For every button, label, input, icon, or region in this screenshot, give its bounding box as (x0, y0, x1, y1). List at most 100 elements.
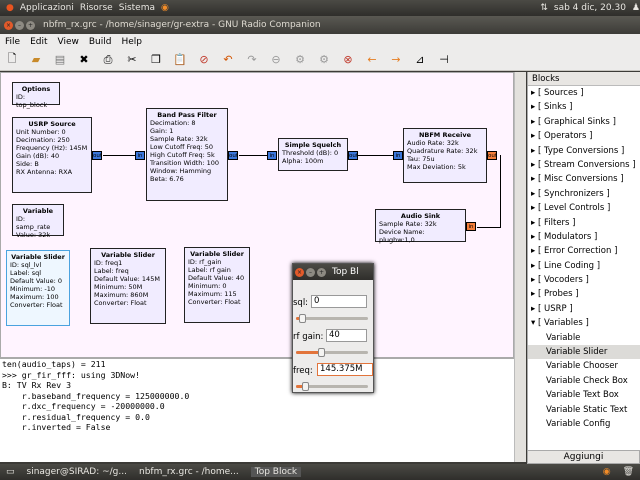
simple-squelch-block[interactable]: Simple Squelch Threshold (dB): 0 Alpha: … (278, 138, 348, 171)
expand-arrow-icon[interactable]: ▸ (531, 102, 538, 112)
variable-slider-rf-gain-block[interactable]: Variable Slider ID: rf_gain Label: rf ga… (184, 247, 250, 323)
console-scrollbar[interactable] (514, 358, 526, 462)
tree-category[interactable]: ▸ [ Level Controls ] (528, 201, 640, 215)
console-output[interactable]: ten(audio_taps) = 211 >>> gr_fir_fff: usi… (0, 358, 514, 462)
audio-in-port[interactable]: in (466, 222, 476, 231)
expand-arrow-icon[interactable]: ▸ (531, 261, 538, 271)
redo-icon[interactable]: ↷ (243, 51, 261, 69)
menu-places[interactable]: Risorse (80, 3, 113, 13)
rf-gain-slider-handle[interactable] (318, 348, 326, 357)
freq-input[interactable]: 145.375M (317, 363, 373, 376)
run-icon[interactable]: ⚙ (315, 51, 333, 69)
expand-arrow-icon[interactable]: ▸ (531, 203, 538, 213)
tree-category[interactable]: ▸ [ Line Coding ] (528, 259, 640, 273)
tree-category[interactable]: ▸ [ Type Conversions ] (528, 144, 640, 158)
undo-icon[interactable]: ↶ (219, 51, 237, 69)
expand-arrow-icon[interactable]: ▸ (531, 246, 538, 256)
sql-slider-handle[interactable] (299, 314, 307, 323)
close-top-block-button[interactable]: × (295, 267, 304, 277)
menu-build[interactable]: Build (89, 37, 112, 47)
bpf-out-port[interactable]: out (228, 151, 238, 160)
minimize-window-button[interactable]: – (15, 20, 24, 30)
expand-arrow-icon[interactable]: ▸ (531, 131, 538, 141)
tree-item[interactable]: Variable Text Box (528, 388, 640, 402)
expand-arrow-icon[interactable]: ▸ (531, 174, 538, 184)
tree-category[interactable]: ▸ [ Misc Conversions ] (528, 172, 640, 186)
tree-item[interactable]: Variable (528, 331, 640, 345)
tree-category[interactable]: ▸ [ Sources ] (528, 86, 640, 100)
expand-arrow-icon[interactable]: ▸ (531, 160, 538, 170)
trash-icon[interactable]: 🗑 (623, 467, 634, 477)
maximize-top-block-button[interactable]: + (317, 267, 326, 277)
nbfm-out-port[interactable]: out (487, 151, 497, 160)
menu-help[interactable]: Help (121, 37, 142, 47)
window-title-bar[interactable]: × – + nbfm_rx.grc - /home/sinager/gr-ext… (0, 16, 640, 34)
expand-arrow-icon[interactable]: ▸ (531, 289, 538, 299)
clock[interactable]: sab 4 dic, 20.30 (554, 3, 626, 13)
firefox-icon[interactable]: ◉ (161, 3, 169, 13)
cut-icon[interactable]: ✂ (123, 51, 141, 69)
tree-item[interactable]: Variable Chooser (528, 359, 640, 373)
execute-icon[interactable]: ⚙ (291, 51, 309, 69)
flowgraph-canvas[interactable]: Options ID: top_block USRP Source Unit N… (0, 72, 514, 358)
menu-view[interactable]: View (58, 37, 79, 47)
tree-category[interactable]: ▸ [ Vocoders ] (528, 273, 640, 287)
band-pass-filter-block[interactable]: Band Pass Filter Decimation: 8 Gain: 1 S… (146, 108, 228, 201)
tree-category[interactable]: ▸ [ Stream Conversions ] (528, 158, 640, 172)
expand-arrow-icon[interactable]: ▸ (531, 232, 538, 242)
kill-icon[interactable]: ⊗ (339, 51, 357, 69)
expand-arrow-icon[interactable]: ▾ (531, 318, 538, 328)
add-block-button[interactable]: Aggiungi (527, 450, 640, 464)
save-icon[interactable]: ▤ (51, 51, 69, 69)
task-terminal[interactable]: sinager@SIRAD: ~/g... (27, 467, 127, 477)
expand-arrow-icon[interactable]: ▸ (531, 146, 538, 156)
new-file-icon[interactable]: 🗋 (3, 51, 21, 69)
tree-category[interactable]: ▸ [ USRP ] (528, 302, 640, 316)
enable-icon[interactable]: ⊿ (411, 51, 429, 69)
audio-sink-block[interactable]: Audio Sink Sample Rate: 32k Device Name:… (375, 209, 466, 244)
usrp-out-port[interactable]: out (92, 151, 102, 160)
menu-system[interactable]: Sistema (119, 3, 155, 13)
task-grc[interactable]: nbfm_rx.grc - /home... (139, 467, 239, 477)
tree-category[interactable]: ▸ [ Modulators ] (528, 230, 640, 244)
expand-arrow-icon[interactable]: ▸ (531, 304, 538, 314)
options-block[interactable]: Options ID: top_block (12, 82, 60, 109)
squelch-in-port[interactable]: in (267, 151, 277, 160)
network-icon[interactable]: ⇅ (540, 3, 548, 13)
nbfm-in-port[interactable]: in (393, 151, 403, 160)
tree-category[interactable]: ▸ [ Graphical Sinks ] (528, 115, 640, 129)
variable-slider-freq-block[interactable]: Variable Slider ID: freq1 Label: freq De… (90, 248, 166, 324)
copy-icon[interactable]: ❐ (147, 51, 165, 69)
disable-icon[interactable]: ⊣ (435, 51, 453, 69)
tree-item[interactable]: Variable Check Box (528, 374, 640, 388)
variable-slider-sql-block[interactable]: Variable Slider ID: sql_lvl Label: sql D… (6, 250, 70, 326)
delete-icon[interactable]: ⊘ (195, 51, 213, 69)
sql-slider-track[interactable] (296, 317, 368, 320)
expand-arrow-icon[interactable]: ▸ (531, 117, 538, 127)
firefox-task-icon[interactable]: ◉ (603, 467, 611, 477)
freq-slider-handle[interactable] (301, 382, 309, 391)
rf-gain-input[interactable]: 40 (326, 329, 367, 342)
tree-category[interactable]: ▸ [ Sinks ] (528, 100, 640, 114)
ubuntu-logo-icon[interactable]: ● (6, 3, 14, 13)
blocks-tree[interactable]: ▸ [ Sources ] ▸ [ Sinks ] ▸ [ Graphical Si… (528, 86, 640, 431)
rotate-left-icon[interactable]: ← (363, 51, 381, 69)
menu-file[interactable]: File (5, 37, 20, 47)
bpf-in-port[interactable]: in (135, 151, 145, 160)
squelch-out-port[interactable]: out (348, 151, 358, 160)
maximize-window-button[interactable]: + (26, 20, 35, 30)
show-desktop-icon[interactable]: ▭ (6, 467, 15, 477)
blocks-header[interactable]: Blocks (528, 72, 640, 86)
nbfm-receive-block[interactable]: NBFM Receive Audio Rate: 32k Quadrature … (403, 128, 487, 183)
print-icon[interactable]: ⎙ (99, 51, 117, 69)
tree-item[interactable]: Variable Static Text (528, 403, 640, 417)
canvas-scrollbar[interactable] (514, 72, 526, 358)
tree-category[interactable]: ▾ [ Variables ] (528, 316, 640, 330)
rotate-right-icon[interactable]: → (387, 51, 405, 69)
task-top-block[interactable]: Top Block (250, 467, 302, 477)
tree-item[interactable]: Variable Config (528, 417, 640, 431)
tree-category[interactable]: ▸ [ Probes ] (528, 287, 640, 301)
expand-arrow-icon[interactable]: ▸ (531, 218, 538, 228)
tree-category[interactable]: ▸ [ Filters ] (528, 216, 640, 230)
close-icon[interactable]: ✖ (75, 51, 93, 69)
